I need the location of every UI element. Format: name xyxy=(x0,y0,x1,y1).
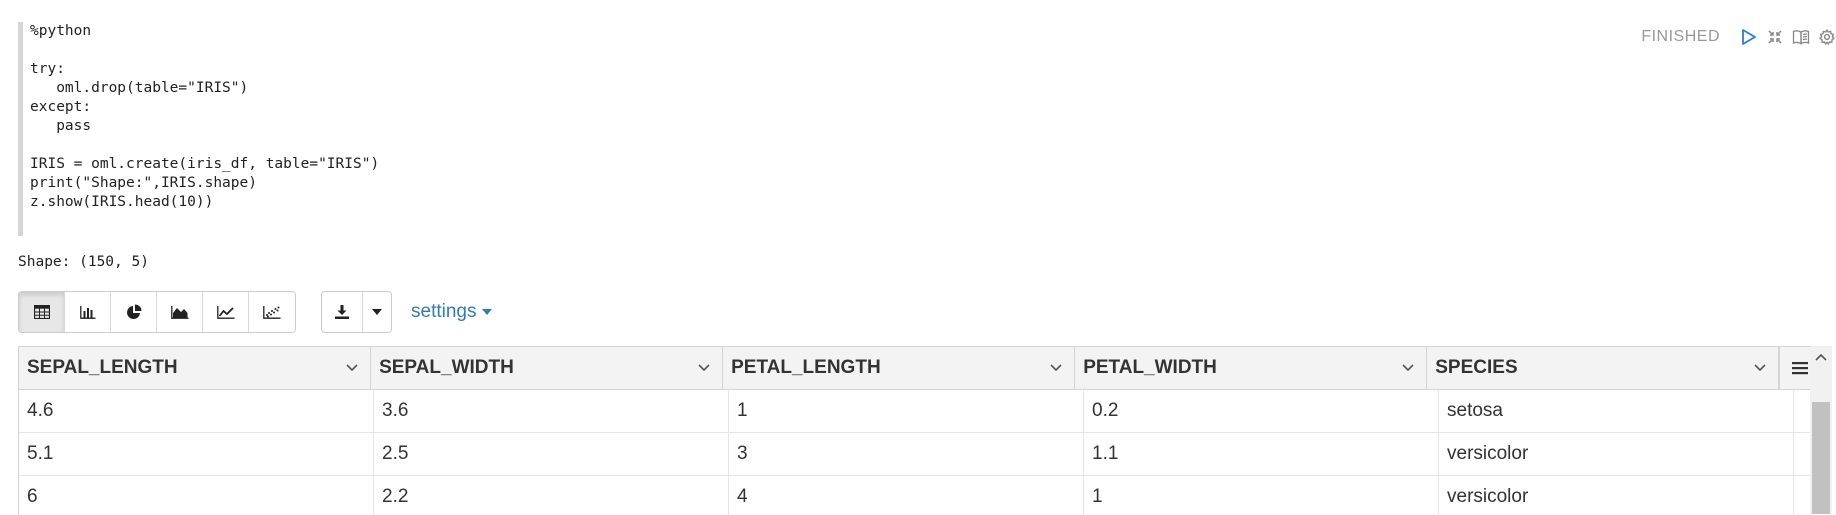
collapse-icon[interactable] xyxy=(1766,28,1784,46)
chevron-down-icon[interactable] xyxy=(1050,364,1062,372)
grid-vertical-scrollbar[interactable] xyxy=(1810,346,1832,514)
pie-chart-icon xyxy=(126,304,141,319)
table-cell: versicolor xyxy=(1439,433,1794,475)
download-button[interactable] xyxy=(322,292,363,332)
table-row[interactable]: 5.1 2.5 3 1.1 versicolor xyxy=(19,433,1820,476)
table-cell: 4 xyxy=(729,476,1084,515)
line-chart-icon xyxy=(216,306,234,319)
download-options-dropdown[interactable] xyxy=(363,292,391,332)
line-chart-view-button[interactable] xyxy=(203,292,249,332)
settings-dropdown[interactable]: settings xyxy=(411,301,493,323)
column-header-sepal-width[interactable]: SEPAL_WIDTH xyxy=(371,347,724,389)
table-cell: 0.2 xyxy=(1084,390,1439,432)
code-editor[interactable]: %python try: oml.drop(table="IRIS") exce… xyxy=(18,22,1438,236)
scatter-chart-view-button[interactable] xyxy=(249,292,295,332)
code-line: except: xyxy=(30,99,92,115)
run-icon[interactable] xyxy=(1740,28,1758,46)
column-header-label: SPECIES xyxy=(1435,357,1518,378)
column-header-sepal-length[interactable]: SEPAL_LENGTH xyxy=(19,347,372,389)
paragraph-status: FINISHED xyxy=(1641,28,1720,45)
scatter-chart-icon xyxy=(263,306,281,319)
table-cell: 1 xyxy=(1084,476,1439,515)
column-header-petal-width[interactable]: PETAL_WIDTH xyxy=(1075,347,1428,389)
grid-body: 4.6 3.6 1 0.2 setosa 5.1 2.5 3 1.1 versi… xyxy=(19,390,1820,515)
caret-down-icon xyxy=(372,309,382,315)
pie-chart-view-button[interactable] xyxy=(111,292,157,332)
hamburger-menu-icon xyxy=(1792,362,1809,375)
scroll-up-arrow[interactable] xyxy=(1810,346,1832,368)
code-line: IRIS = oml.create(iris_df, table="IRIS") xyxy=(30,156,380,172)
table-view-button[interactable] xyxy=(19,292,65,332)
paragraph-controls: FINISHED xyxy=(1641,24,1836,50)
column-header-label: SEPAL_LENGTH xyxy=(27,357,178,378)
table-cell: setosa xyxy=(1439,390,1794,432)
grid-header: SEPAL_LENGTH SEPAL_WIDTH PETAL_LENGTH PE… xyxy=(19,347,1820,390)
table-cell: 6 xyxy=(19,476,374,515)
table-cell: 1.1 xyxy=(1084,433,1439,475)
table-cell: 4.6 xyxy=(19,390,374,432)
area-chart-icon xyxy=(170,306,188,319)
settings-label: settings xyxy=(411,301,477,322)
caret-down-icon xyxy=(482,309,493,315)
chevron-up-icon xyxy=(1815,353,1827,361)
code-line: try: xyxy=(30,61,65,77)
code-line: %python xyxy=(30,23,92,39)
chevron-down-icon[interactable] xyxy=(1754,364,1766,372)
download-button-group xyxy=(321,291,392,333)
code-line: z.show(IRIS.head(10)) xyxy=(30,194,214,210)
gear-icon[interactable] xyxy=(1818,28,1836,46)
table-cell: 5.1 xyxy=(19,433,374,475)
code-line: oml.drop(table="IRIS") xyxy=(30,80,249,96)
chevron-down-icon[interactable] xyxy=(346,364,358,372)
view-button-group xyxy=(18,291,296,333)
table-icon xyxy=(33,305,50,319)
output-text: Shape: (150, 5) xyxy=(18,254,149,270)
column-header-label: SEPAL_WIDTH xyxy=(379,357,514,378)
column-header-petal-length[interactable]: PETAL_LENGTH xyxy=(723,347,1076,389)
scroll-thumb[interactable] xyxy=(1812,402,1830,514)
visualization-toolbar: settings xyxy=(18,291,493,333)
bar-chart-view-button[interactable] xyxy=(65,292,111,332)
data-grid: SEPAL_LENGTH SEPAL_WIDTH PETAL_LENGTH PE… xyxy=(18,346,1820,515)
table-row[interactable]: 6 2.2 4 1 versicolor xyxy=(19,476,1820,515)
area-chart-view-button[interactable] xyxy=(157,292,203,332)
column-header-label: PETAL_LENGTH xyxy=(731,357,881,378)
code-line: pass xyxy=(30,118,92,134)
download-icon xyxy=(335,305,349,319)
table-cell: versicolor xyxy=(1439,476,1794,515)
book-icon[interactable] xyxy=(1792,28,1810,46)
table-cell: 1 xyxy=(729,390,1084,432)
chevron-down-icon[interactable] xyxy=(1402,364,1414,372)
table-cell: 3 xyxy=(729,433,1084,475)
bar-chart-icon xyxy=(79,306,95,319)
table-cell: 2.5 xyxy=(374,433,729,475)
column-header-label: PETAL_WIDTH xyxy=(1083,357,1217,378)
table-cell: 2.2 xyxy=(374,476,729,515)
table-row[interactable]: 4.6 3.6 1 0.2 setosa xyxy=(19,390,1820,433)
chevron-down-icon[interactable] xyxy=(698,364,710,372)
table-cell: 3.6 xyxy=(374,390,729,432)
code-line: print("Shape:",IRIS.shape) xyxy=(30,175,257,191)
column-header-species[interactable]: SPECIES xyxy=(1427,347,1780,389)
